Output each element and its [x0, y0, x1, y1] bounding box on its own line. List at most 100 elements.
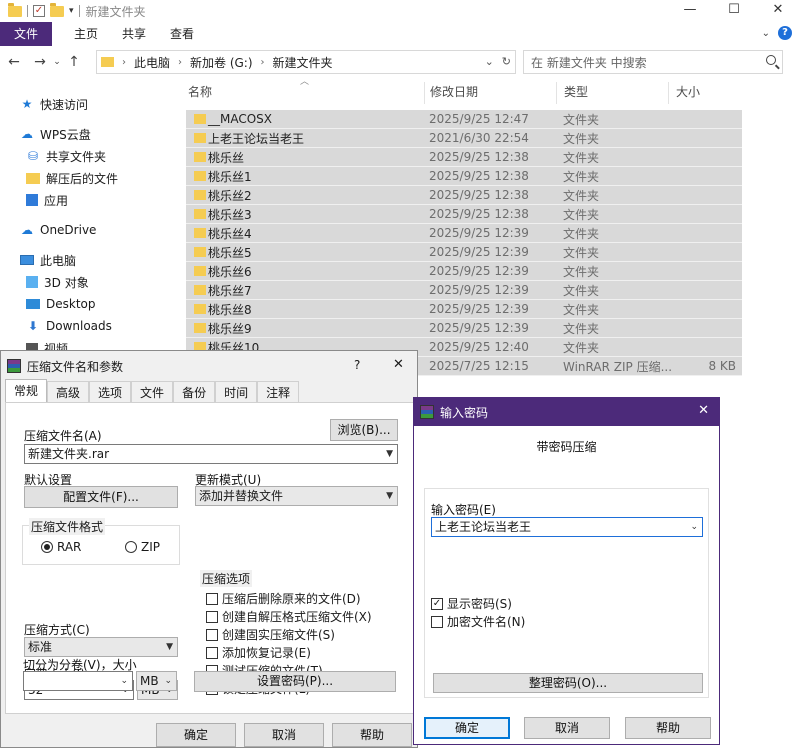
column-header-size[interactable]: 大小: [676, 80, 700, 104]
recovery-record-checkbox[interactable]: 添加恢复记录(E): [206, 644, 311, 661]
tab-file[interactable]: 文件: [0, 22, 53, 46]
refresh-icon[interactable]: ↻: [502, 55, 511, 68]
properties-icon[interactable]: ✓: [33, 5, 45, 17]
chevron-down-icon[interactable]: ▼: [166, 638, 173, 656]
close-button[interactable]: ✕: [756, 0, 800, 20]
help-icon[interactable]: ?: [778, 26, 792, 40]
archive-name-input[interactable]: 新建文件夹.rar ▼: [24, 444, 398, 464]
tab-files[interactable]: 文件: [131, 381, 174, 403]
breadcrumb-folder[interactable]: 新建文件夹: [273, 54, 333, 71]
maximize-button[interactable]: ☐: [712, 0, 756, 20]
table-row[interactable]: 桃乐丝1 2025/9/25 12:38 文件夹: [186, 167, 742, 186]
tab-home[interactable]: 主页: [62, 22, 110, 46]
chevron-right-icon[interactable]: ›: [122, 57, 126, 68]
organize-passwords-button[interactable]: 整理密码(O)...: [433, 673, 703, 693]
ok-button[interactable]: 确定: [156, 723, 236, 747]
table-row[interactable]: 桃乐丝3 2025/9/25 12:38 文件夹: [186, 205, 742, 224]
address-bar[interactable]: › 此电脑 › 新加卷 (G:) › 新建文件夹 ⌄ ↻: [96, 50, 516, 74]
set-password-button[interactable]: 设置密码(P)...: [194, 671, 396, 692]
split-unit-select[interactable]: MB ⌄: [136, 671, 177, 691]
sidebar-item-downloads[interactable]: ⬇ Downloads: [26, 316, 112, 336]
share-icon: ⛁: [27, 149, 39, 163]
customize-caret-icon[interactable]: ▾: [69, 6, 74, 16]
search-icon[interactable]: [766, 55, 776, 65]
sidebar-item-3d-objects[interactable]: 3D 对象: [26, 272, 89, 292]
archive-dialog-tabs: 常规 高级 选项 文件 备份 时间 注释: [5, 379, 300, 403]
chevron-right-icon[interactable]: ›: [261, 57, 265, 68]
tab-time[interactable]: 时间: [215, 381, 258, 403]
search-input[interactable]: 在 新建文件夹 中搜索: [523, 50, 783, 74]
ok-button[interactable]: 确定: [424, 717, 510, 739]
column-header-date[interactable]: 修改日期: [430, 80, 478, 104]
column-divider[interactable]: [668, 82, 669, 104]
profiles-button[interactable]: 配置文件(F)...: [24, 486, 178, 508]
tab-comment[interactable]: 注释: [257, 381, 300, 403]
back-arrow-icon[interactable]: ←: [4, 54, 24, 70]
tab-advanced[interactable]: 高级: [47, 381, 90, 403]
help-button[interactable]: 帮助: [332, 723, 412, 747]
chevron-down-icon[interactable]: ⌄: [164, 672, 172, 690]
column-divider[interactable]: [424, 82, 425, 104]
table-row[interactable]: __MACOSX 2025/9/25 12:47 文件夹: [186, 110, 742, 129]
browse-button[interactable]: 浏览(B)...: [330, 419, 398, 441]
cancel-button[interactable]: 取消: [244, 723, 324, 747]
chevron-down-icon[interactable]: ⌄: [485, 55, 494, 68]
method-select[interactable]: 标准 ▼: [24, 637, 178, 657]
minimize-button[interactable]: —: [668, 0, 712, 20]
cancel-button[interactable]: 取消: [524, 717, 610, 739]
table-row[interactable]: 桃乐丝2 2025/9/25 12:38 文件夹: [186, 186, 742, 205]
close-icon[interactable]: ✕: [698, 403, 709, 418]
sidebar-item-shared-folder[interactable]: ⛁ 共享文件夹: [26, 146, 106, 166]
chevron-down-icon[interactable]: ⌄: [120, 672, 128, 690]
help-button[interactable]: 帮助: [625, 717, 711, 739]
column-divider[interactable]: [556, 82, 557, 104]
tab-general[interactable]: 常规: [5, 379, 48, 403]
sidebar-item-this-pc[interactable]: 此电脑: [20, 250, 76, 270]
chevron-down-icon[interactable]: ▼: [386, 487, 393, 505]
split-size-input[interactable]: ⌄: [23, 671, 133, 691]
sidebar-item-apps[interactable]: 应用: [26, 190, 68, 210]
sidebar-item-onedrive[interactable]: ☁ OneDrive: [20, 220, 96, 240]
format-rar-radio[interactable]: RAR: [41, 540, 81, 554]
up-arrow-icon[interactable]: ↑: [64, 54, 84, 70]
tab-backup[interactable]: 备份: [173, 381, 216, 403]
sfx-checkbox[interactable]: 创建自解压格式压缩文件(X): [206, 608, 372, 625]
close-icon[interactable]: ✕: [393, 357, 404, 372]
format-zip-radio[interactable]: ZIP: [125, 540, 160, 554]
sidebar-item-desktop[interactable]: Desktop: [26, 294, 96, 314]
help-icon[interactable]: ?: [354, 358, 360, 372]
update-mode-select[interactable]: 添加并替换文件 ▼: [195, 486, 398, 506]
sidebar-item-quick-access[interactable]: ★ 快速访问: [20, 94, 88, 114]
solid-checkbox[interactable]: 创建固实压缩文件(S): [206, 626, 335, 643]
new-folder-icon[interactable]: [50, 2, 64, 17]
tab-options[interactable]: 选项: [89, 381, 132, 403]
column-header-name[interactable]: 名称: [188, 80, 212, 104]
show-password-checkbox[interactable]: ✓ 显示密码(S): [431, 595, 512, 612]
breadcrumb-this-pc[interactable]: 此电脑: [134, 54, 170, 71]
table-row[interactable]: 桃乐丝6 2025/9/25 12:39 文件夹: [186, 262, 742, 281]
encrypt-filenames-checkbox[interactable]: 加密文件名(N): [431, 613, 525, 630]
table-row[interactable]: 上老王论坛当老王 2021/6/30 22:54 文件夹: [186, 129, 742, 148]
file-type: 文件夹: [563, 131, 600, 146]
sidebar-item-extracted-files[interactable]: 解压后的文件: [26, 168, 118, 188]
chevron-down-icon[interactable]: ⌄: [690, 518, 698, 536]
table-row[interactable]: 桃乐丝8 2025/9/25 12:39 文件夹: [186, 300, 742, 319]
column-header-type[interactable]: 类型: [564, 80, 588, 104]
breadcrumb-drive[interactable]: 新加卷 (G:): [190, 54, 253, 71]
table-row[interactable]: 桃乐丝9 2025/9/25 12:39 文件夹: [186, 319, 742, 338]
chevron-down-icon[interactable]: ▼: [386, 445, 393, 463]
password-input[interactable]: 上老王论坛当老王 ⌄: [431, 517, 703, 537]
folder-icon[interactable]: [8, 2, 22, 17]
tab-view[interactable]: 查看: [158, 22, 206, 46]
table-row[interactable]: 桃乐丝7 2025/9/25 12:39 文件夹: [186, 281, 742, 300]
sidebar-item-wps-cloud[interactable]: ☁ WPS云盘: [20, 124, 91, 144]
table-row[interactable]: 桃乐丝 2025/9/25 12:38 文件夹: [186, 148, 742, 167]
table-row[interactable]: 桃乐丝4 2025/9/25 12:39 文件夹: [186, 224, 742, 243]
recent-locations-icon[interactable]: ⌄: [50, 57, 64, 67]
expand-ribbon-icon[interactable]: ⌄: [762, 28, 770, 39]
tab-share[interactable]: 共享: [110, 22, 158, 46]
delete-after-checkbox[interactable]: 压缩后删除原来的文件(D): [206, 590, 361, 607]
table-row[interactable]: 桃乐丝5 2025/9/25 12:39 文件夹: [186, 243, 742, 262]
chevron-right-icon[interactable]: ›: [178, 57, 182, 68]
forward-arrow-icon[interactable]: →: [30, 54, 50, 70]
